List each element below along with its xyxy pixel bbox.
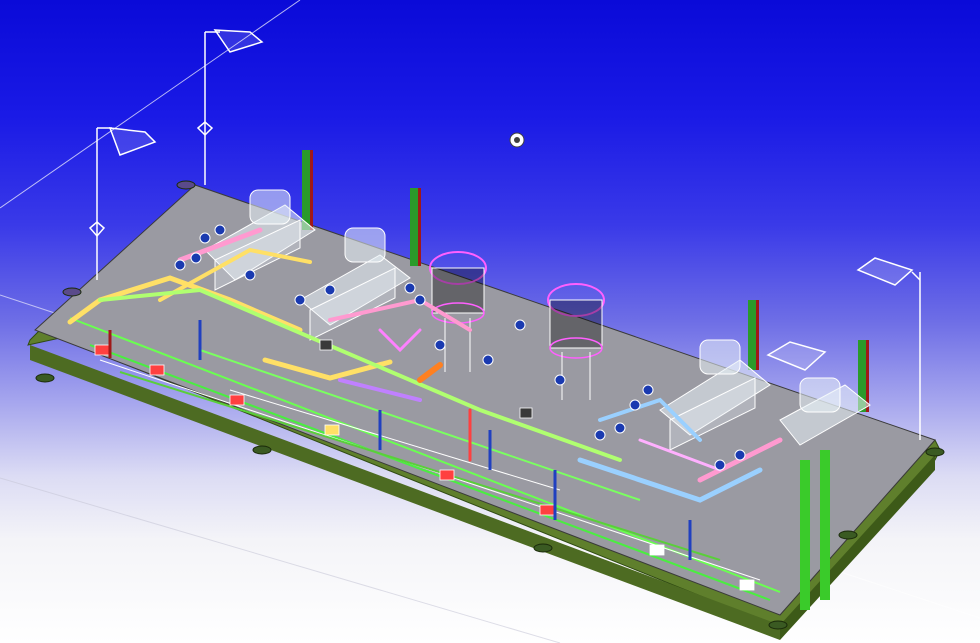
light-pole-4[interactable] (766, 341, 827, 371)
light-pole-1[interactable] (196, 29, 264, 185)
orbit-center-icon[interactable] (509, 132, 525, 148)
model-canvas[interactable] (0, 0, 980, 643)
ground-line-upper (0, 0, 301, 209)
cad-3d-viewport[interactable]: orbit-center-icon (0, 0, 980, 643)
